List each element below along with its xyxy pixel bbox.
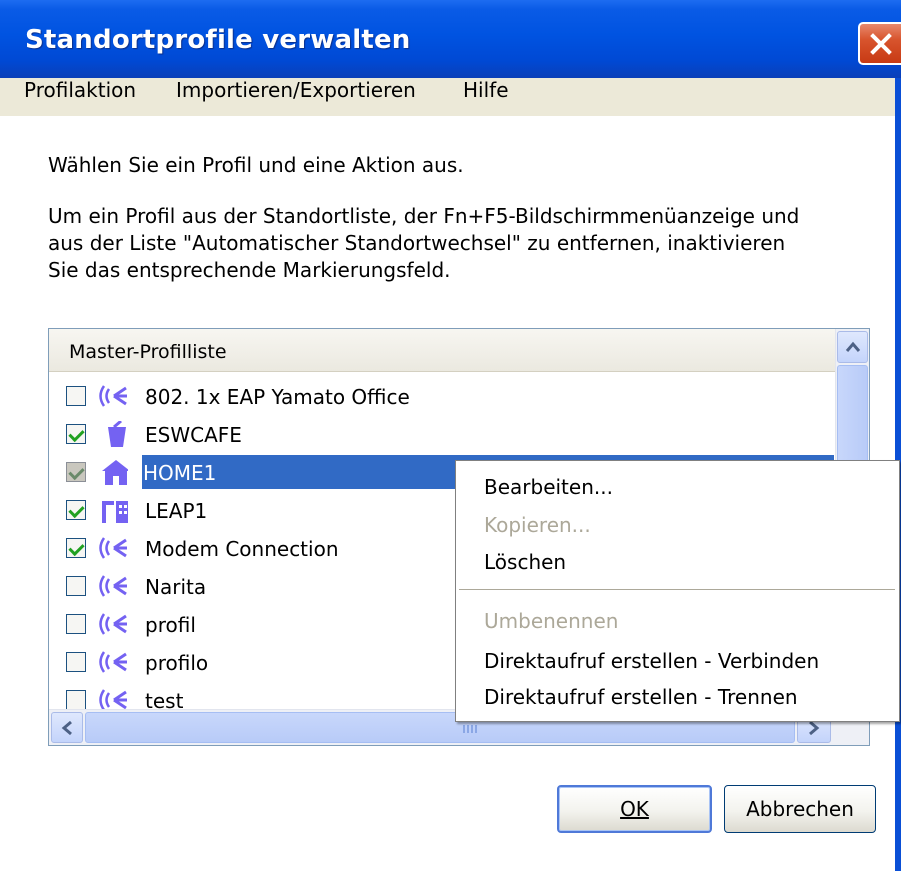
profile-checkbox[interactable] [66, 652, 86, 672]
profile-checkbox[interactable] [66, 614, 86, 634]
wireless-icon [99, 537, 127, 559]
context-menu-loeschen[interactable]: Löschen [484, 550, 566, 574]
profile-checkbox[interactable] [66, 576, 86, 596]
menu-profilaktion[interactable]: Profilaktion [24, 78, 136, 116]
menu-hilfe[interactable]: Hilfe [463, 78, 509, 116]
list-header[interactable]: Master-Profilliste [49, 329, 835, 372]
instruction-line-3: Sie das entsprechende Markierungsfeld. [48, 258, 451, 282]
coffee-cup-icon [108, 421, 126, 447]
list-item-label: profil [145, 613, 196, 637]
list-item-label: profilo [145, 651, 209, 675]
window-title: Standortprofile verwalten [25, 25, 411, 55]
context-menu-direktaufruf-verbinden[interactable]: Direktaufruf erstellen - Verbinden [484, 649, 819, 673]
profile-checkbox[interactable] [66, 424, 86, 444]
wireless-icon [99, 385, 127, 407]
list-item-label: ESWCAFE [145, 423, 242, 447]
instruction-line-1: Um ein Profil aus der Standortliste, der… [48, 204, 800, 228]
profile-checkbox[interactable] [66, 386, 86, 406]
wireless-icon [99, 575, 127, 597]
context-menu-direktaufruf-trennen[interactable]: Direktaufruf erstellen - Trennen [484, 685, 798, 709]
profile-checkbox[interactable] [66, 500, 86, 520]
profile-checkbox[interactable] [66, 538, 86, 558]
context-menu-kopieren[interactable]: Kopieren... [484, 513, 591, 537]
list-header-label: Master-Profilliste [69, 341, 227, 363]
list-item-label: LEAP1 [145, 499, 208, 523]
title-bar[interactable]: Standortprofile verwalten [0, 0, 901, 78]
context-menu-umbenennen[interactable]: Umbenennen [484, 609, 618, 633]
close-icon [869, 32, 892, 55]
scroll-grip [463, 725, 477, 733]
close-button[interactable] [858, 22, 901, 65]
cancel-button[interactable]: Abbrechen [724, 785, 876, 833]
instruction-text: Wählen Sie ein Profil und eine Aktion au… [48, 153, 464, 177]
office-building-icon [102, 501, 128, 523]
ok-button[interactable]: OK [557, 785, 712, 833]
menu-bar: Profilaktion Importieren/Exportieren Hil… [0, 78, 901, 117]
context-menu-bearbeiten[interactable]: Bearbeiten... [484, 475, 613, 499]
wireless-icon [99, 613, 127, 635]
scroll-up-button[interactable] [837, 331, 868, 363]
list-item-label: HOME1 [143, 461, 217, 485]
cancel-button-label: Abbrechen [746, 797, 854, 821]
chevron-left-icon [61, 720, 72, 735]
menu-importieren-exportieren[interactable]: Importieren/Exportieren [176, 78, 416, 116]
chevron-up-icon [845, 341, 860, 352]
home-icon [102, 460, 128, 485]
context-menu: Bearbeiten... Kopieren... Löschen Umbene… [455, 460, 900, 722]
list-item-802-1x-eap-yamato-office[interactable]: 802. 1x EAP Yamato Office [49, 377, 835, 415]
list-item-eswcafe[interactable]: ESWCAFE [49, 415, 835, 453]
scroll-left-button[interactable] [51, 712, 83, 743]
profile-checkbox[interactable] [66, 690, 86, 710]
wireless-icon [99, 651, 127, 673]
context-menu-separator [459, 589, 895, 590]
profile-checkbox[interactable] [66, 462, 86, 482]
ok-button-label: OK [620, 797, 649, 821]
list-item-label: Modem Connection [145, 537, 339, 561]
instruction-line-2: aus der Liste "Automatischer Standortwec… [48, 231, 786, 255]
list-item-label: 802. 1x EAP Yamato Office [145, 385, 410, 409]
list-item-label: Narita [145, 575, 207, 599]
